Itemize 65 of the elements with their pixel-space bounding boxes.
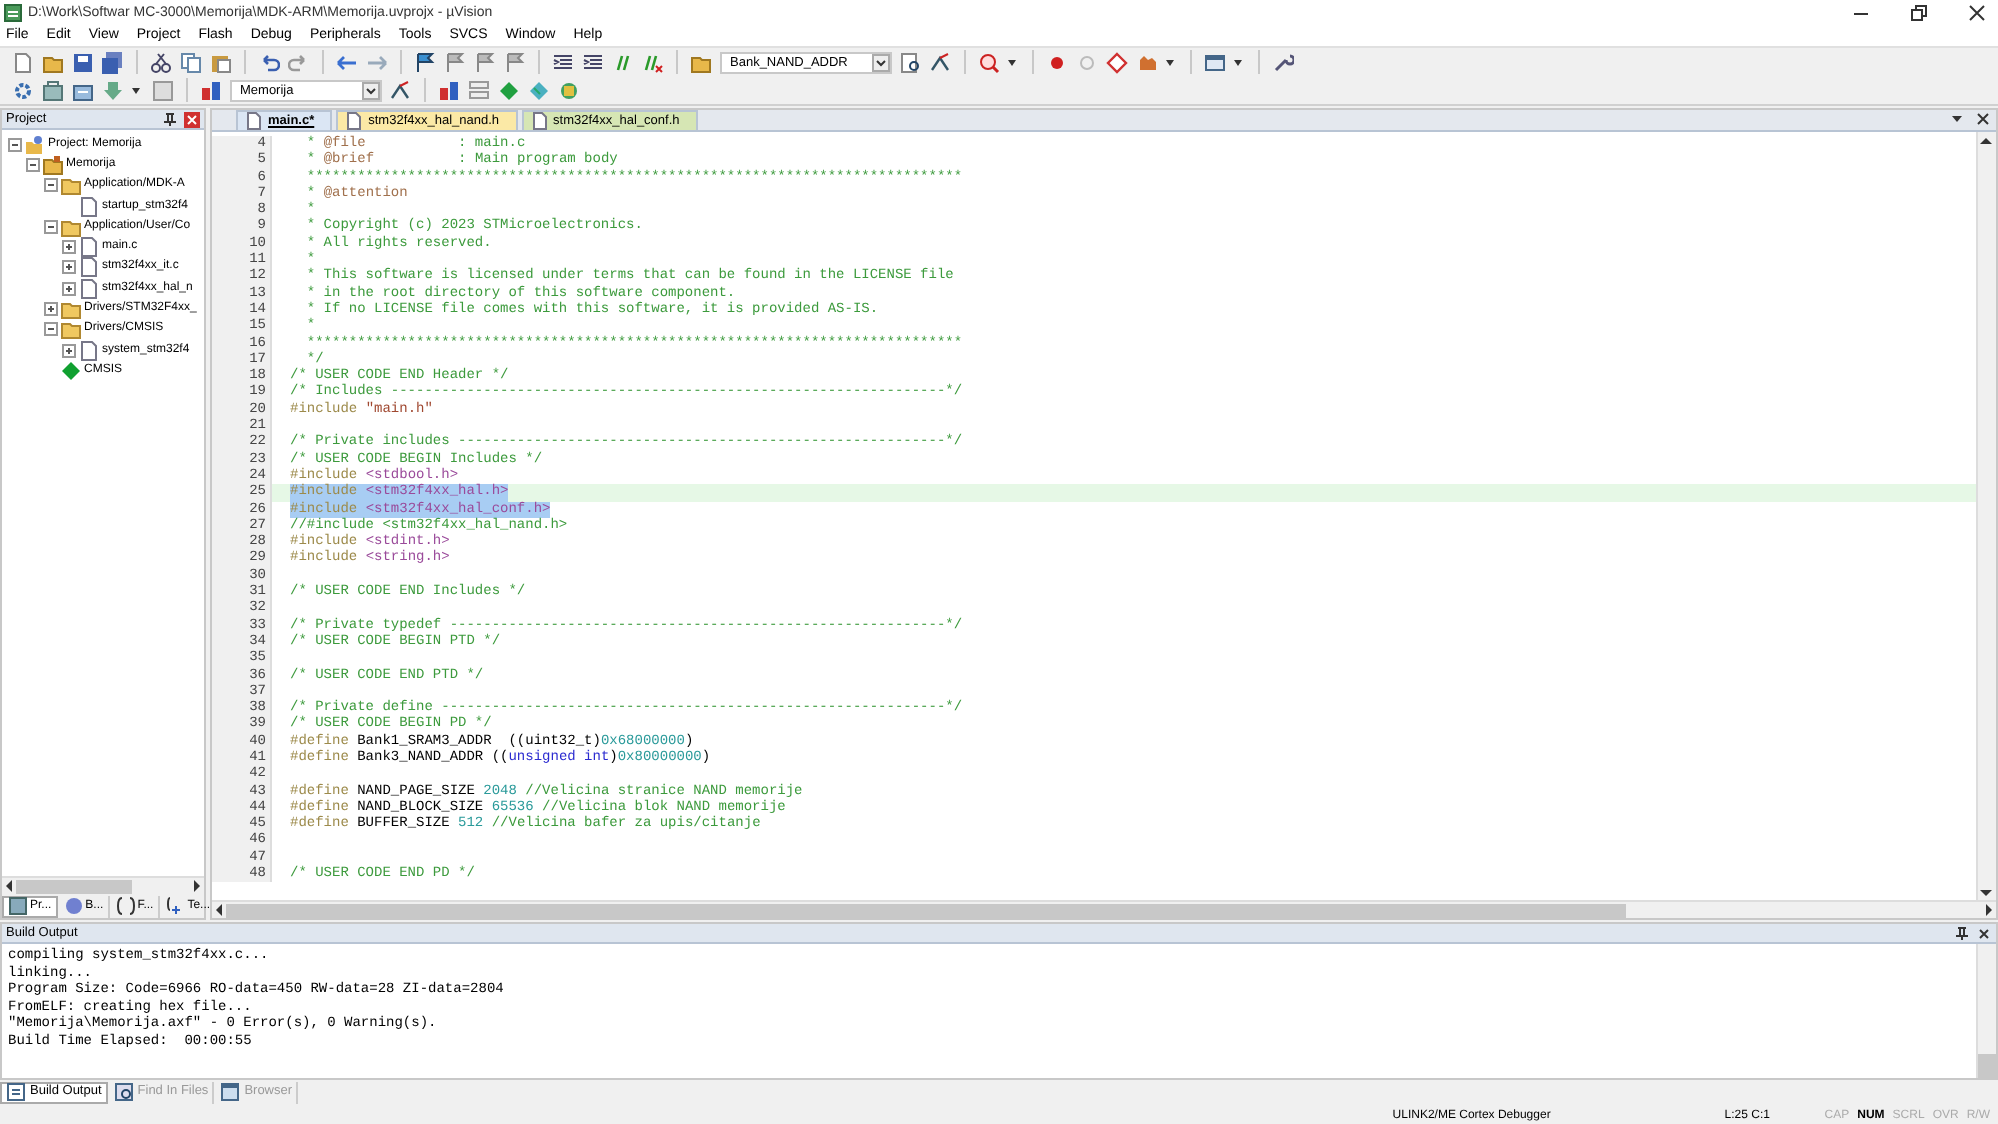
caret-icon[interactable] [1166,57,1174,67]
folder-icon [60,174,82,197]
undo-icon[interactable] [258,51,280,73]
vertical-scrollbar[interactable] [1976,132,1996,900]
breakpoint-dot-icon[interactable] [1046,51,1068,73]
caret-icon[interactable] [1234,57,1242,67]
down-arrow-icon[interactable] [1978,884,1994,900]
folder-icon [60,298,82,321]
caret-icon[interactable] [1008,57,1016,67]
dropdown-arrow-icon[interactable] [1950,112,1964,126]
indent-icon[interactable] [582,51,604,73]
left-arrow-icon[interactable] [212,902,226,918]
pin-icon[interactable] [162,111,178,127]
folder-icon [60,318,82,341]
magnifier-icon[interactable] [978,51,1000,73]
file-icon [78,277,100,300]
expand-icon[interactable] [62,281,76,296]
find-window-icon [113,1082,134,1102]
file-icon [78,195,100,218]
paste-icon[interactable] [210,51,232,73]
window-icon[interactable] [1204,51,1226,73]
braces-icon [115,896,136,916]
collapse-icon[interactable] [44,322,58,337]
indent-icon[interactable] [552,51,574,73]
blocks-icon[interactable] [438,79,460,101]
expand-icon[interactable] [44,302,58,317]
horizontal-scrollbar[interactable] [2,876,204,894]
folder-icon [42,153,64,176]
scissors-icon[interactable] [150,51,172,73]
file-icon [78,339,100,362]
save-icon[interactable] [72,51,94,73]
collapse-icon[interactable] [26,157,40,172]
close-icon[interactable] [1976,112,1990,126]
browser-window-icon [220,1082,241,1102]
close-icon[interactable] [1976,925,1992,941]
right-arrow-icon[interactable] [1982,902,1996,918]
expand-icon[interactable] [62,240,76,255]
diamond-icon [60,359,82,382]
collapse-icon[interactable] [44,178,58,193]
left-arrow-icon[interactable] [2,878,16,894]
collapse-icon[interactable] [44,219,58,234]
blocks-icon[interactable] [200,79,222,101]
file-icon [78,256,100,279]
right-arrow-icon[interactable] [190,878,204,894]
expand-icon[interactable] [62,343,76,358]
horizontal-scrollbar[interactable] [212,900,1996,918]
italic-lines-icon[interactable] [612,51,634,73]
up-arrow-icon[interactable] [1978,132,1994,148]
flag-icon[interactable] [414,51,436,73]
file-search-icon[interactable] [900,51,922,73]
lines-cross-icon[interactable] [642,51,664,73]
dropdown-arrow-icon[interactable] [872,53,890,71]
restore-icon[interactable] [1910,3,1928,21]
collapse-icon[interactable] [8,137,22,152]
save-all-icon[interactable] [102,51,124,73]
vertical-scrollbar[interactable] [1976,944,1996,1078]
expand-icon[interactable] [62,260,76,275]
caret-icon[interactable] [132,85,140,95]
pin-icon[interactable] [1954,925,1970,941]
dropdown-arrow-icon[interactable] [362,81,380,99]
copy-icon[interactable] [180,51,202,73]
folder-icon [60,215,82,238]
file-icon [78,236,100,259]
wrench-icon[interactable] [1272,51,1294,73]
close-icon[interactable] [1968,3,1986,21]
